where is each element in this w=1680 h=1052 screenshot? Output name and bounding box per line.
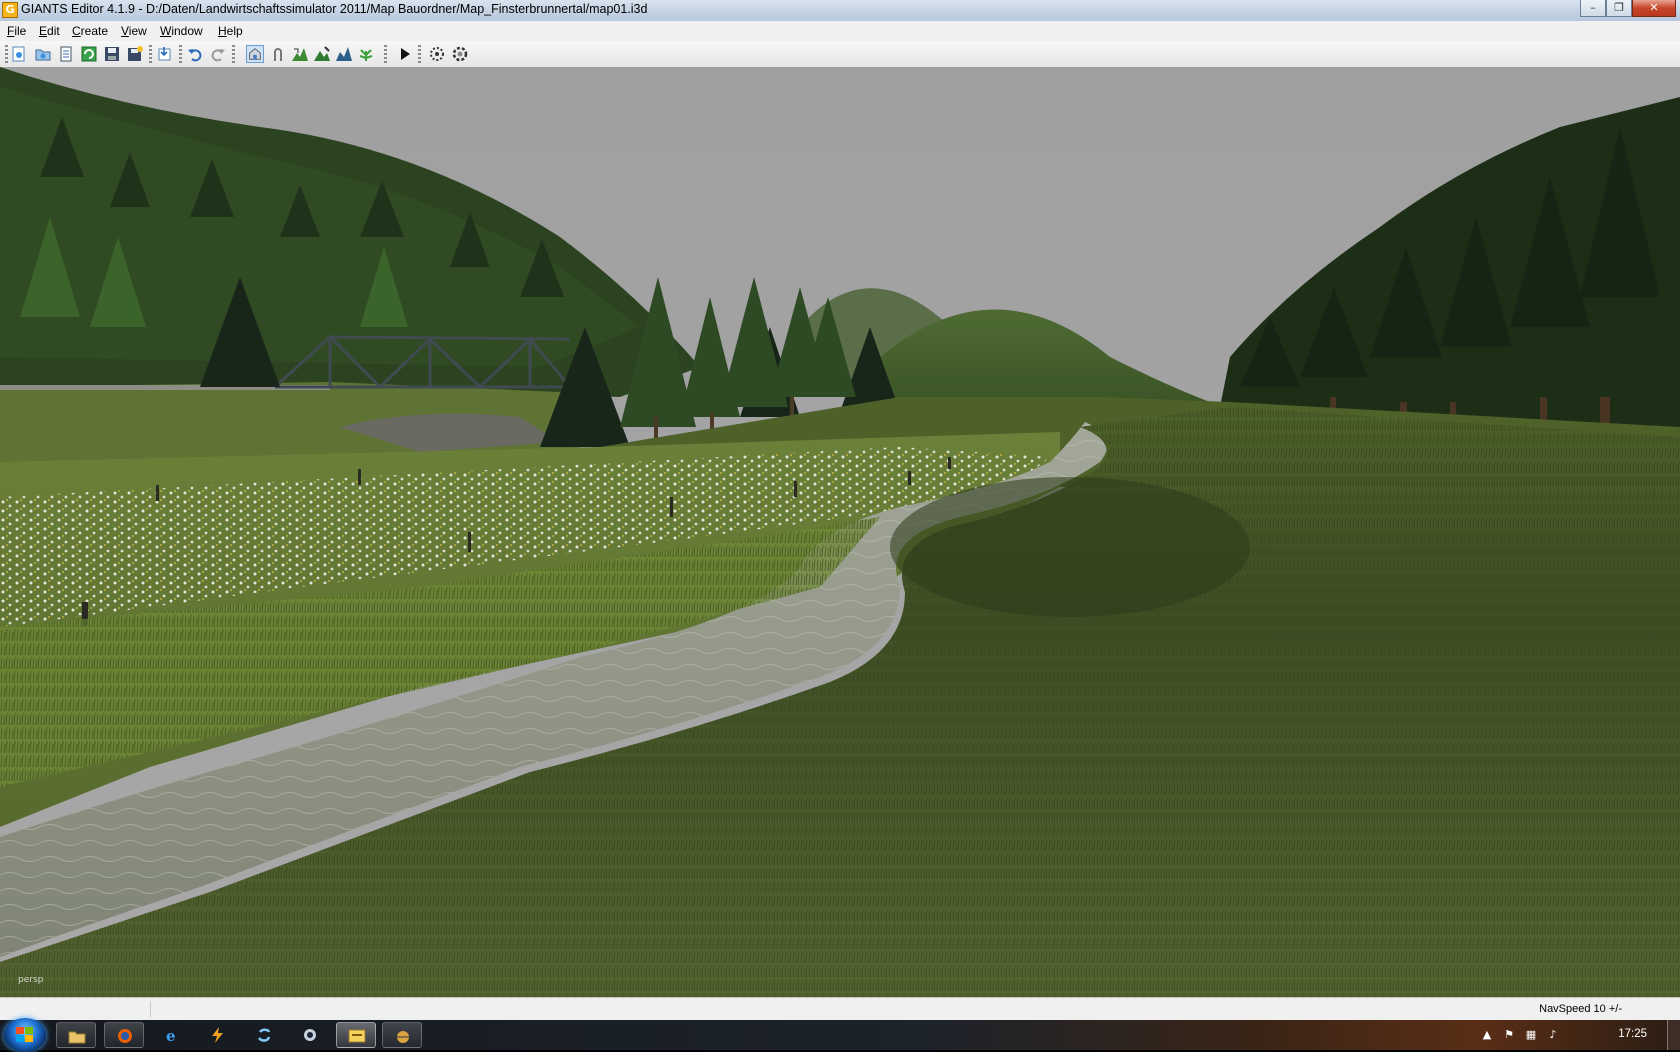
network-icon[interactable]: ▦	[1524, 1028, 1538, 1041]
menu-file[interactable]: File	[7, 24, 26, 38]
status-bar: NavSpeed 10 +/-	[0, 997, 1680, 1020]
giants-app-icon[interactable]: G	[2, 2, 18, 18]
navspeed-indicator: NavSpeed 10 +/-	[1539, 1003, 1622, 1015]
toolbar-separator	[149, 45, 152, 63]
particle-icon[interactable]	[428, 45, 446, 63]
export-icon[interactable]	[156, 45, 174, 63]
menu-window[interactable]: Window	[160, 24, 203, 38]
windows-taskbar: e ▲ ⚑ ▦ ♪ 17:25	[0, 1018, 1680, 1052]
redo-icon[interactable]	[209, 45, 227, 63]
close-icon[interactable]: ✕	[1632, 0, 1676, 17]
action-center-flag-icon[interactable]: ⚑	[1502, 1028, 1516, 1041]
toolbar-separator	[232, 45, 235, 63]
system-tray: ▲ ⚑ ▦ ♪	[1480, 1020, 1680, 1050]
giants-editor-icon[interactable]	[382, 1022, 422, 1048]
steam-icon[interactable]	[290, 1022, 330, 1048]
restore-icon[interactable]: ❐	[1606, 0, 1632, 17]
toolbar-grip[interactable]	[5, 45, 8, 63]
file-manager-icon[interactable]	[336, 1022, 376, 1048]
terrain-paint-icon[interactable]	[313, 45, 331, 63]
winamp-icon[interactable]	[198, 1022, 238, 1048]
foliage-paint-icon[interactable]	[357, 45, 375, 63]
save-icon[interactable]	[103, 45, 121, 63]
toolbar-separator	[179, 45, 182, 63]
terrain-smooth-icon[interactable]	[335, 45, 353, 63]
terrain-sculpt-icon[interactable]	[291, 45, 309, 63]
new-scene-icon[interactable]	[10, 45, 28, 63]
minimize-icon[interactable]: –	[1580, 0, 1606, 17]
status-divider	[150, 1001, 151, 1017]
windows-start-icon[interactable]	[4, 1018, 46, 1052]
settings-icon[interactable]	[451, 45, 469, 63]
menu-view[interactable]: View	[121, 24, 147, 38]
move-mode-icon[interactable]	[269, 45, 287, 63]
title-bar[interactable]: G GIANTS Editor 4.1.9 - D:/Daten/Landwir…	[0, 0, 1680, 22]
open-icon[interactable]	[34, 45, 52, 63]
toolbar-separator	[418, 45, 421, 63]
undo-icon[interactable]	[186, 45, 204, 63]
toolbar-separator	[384, 45, 387, 63]
menu-help[interactable]: Help	[218, 24, 243, 38]
internet-explorer-icon[interactable]: e	[152, 1022, 192, 1048]
camera-label: persp	[18, 975, 44, 985]
svg-text:e: e	[166, 1027, 176, 1043]
menu-edit[interactable]: Edit	[39, 24, 60, 38]
skype-icon[interactable]	[244, 1022, 284, 1048]
window-title: GIANTS Editor 4.1.9 - D:/Daten/Landwirts…	[21, 2, 648, 16]
main-toolbar	[0, 41, 1680, 68]
scene-render	[0, 67, 1680, 997]
menu-create[interactable]: Create	[72, 24, 108, 38]
properties-icon[interactable]	[57, 45, 75, 63]
play-icon[interactable]	[396, 45, 414, 63]
3d-viewport[interactable]: persp	[0, 67, 1680, 997]
show-hidden-icons-icon[interactable]: ▲	[1480, 1028, 1494, 1041]
save-as-icon[interactable]	[126, 45, 144, 63]
firefox-icon[interactable]	[104, 1022, 144, 1048]
window-controls: – ❐ ✕	[1580, 0, 1676, 18]
menu-bar: File Edit Create View Window Help	[0, 21, 1680, 41]
clock[interactable]: 17:25	[1618, 1028, 1647, 1040]
select-mode-icon[interactable]	[246, 45, 264, 63]
show-desktop-button[interactable]	[1667, 1020, 1680, 1050]
explorer-icon[interactable]	[56, 1022, 96, 1048]
refresh-icon[interactable]	[80, 45, 98, 63]
volume-icon[interactable]: ♪	[1546, 1028, 1560, 1041]
